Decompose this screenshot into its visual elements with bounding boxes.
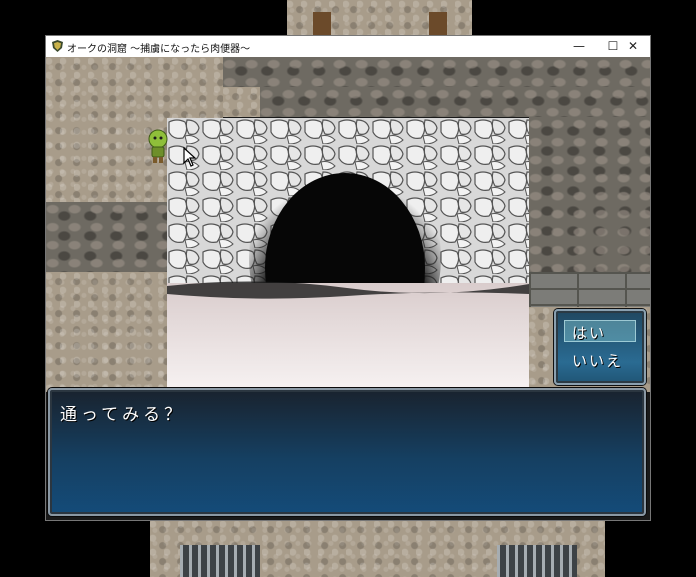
rock-wall-left xyxy=(46,202,167,272)
map-top-corridor xyxy=(287,0,472,36)
choice-yes[interactable]: はい xyxy=(572,322,606,343)
message-text: 通ってみる？ xyxy=(60,405,186,425)
window-title: オークの洞窟 〜捕虜になったら肉便器〜 xyxy=(67,44,251,55)
iron-gate-right xyxy=(497,545,577,577)
choice-no[interactable]: いいえ xyxy=(572,350,623,371)
rock-wall-top xyxy=(223,57,650,87)
orc-sprite xyxy=(148,129,168,163)
mouse-pointer-icon xyxy=(183,147,197,167)
close-button[interactable]: ✕ xyxy=(616,36,650,57)
iron-gate-left xyxy=(180,545,260,577)
rock-wall-ledge xyxy=(260,87,650,117)
choice-window: はい いいえ xyxy=(554,309,646,385)
game-screen[interactable]: はい いいえ 通ってみる？ xyxy=(46,57,650,520)
brick-wall-right xyxy=(529,272,650,307)
rock-wall-right xyxy=(529,117,650,272)
cave-entrance-picture xyxy=(167,118,529,388)
message-window[interactable]: 通ってみる？ xyxy=(48,388,646,516)
floor-tile-gap xyxy=(223,87,260,117)
door-right xyxy=(429,12,447,36)
title-bar[interactable]: オークの洞窟 〜捕虜になったら肉便器〜 — ☐ ✕ xyxy=(46,36,650,57)
minimize-button[interactable]: — xyxy=(562,36,596,57)
shield-icon xyxy=(52,40,63,52)
game-window: オークの洞窟 〜捕虜になったら肉便器〜 — ☐ ✕ はい いいえ 通ってみる？ xyxy=(46,36,650,520)
floor-tile-lower-left xyxy=(46,272,167,392)
door-left xyxy=(313,12,331,36)
